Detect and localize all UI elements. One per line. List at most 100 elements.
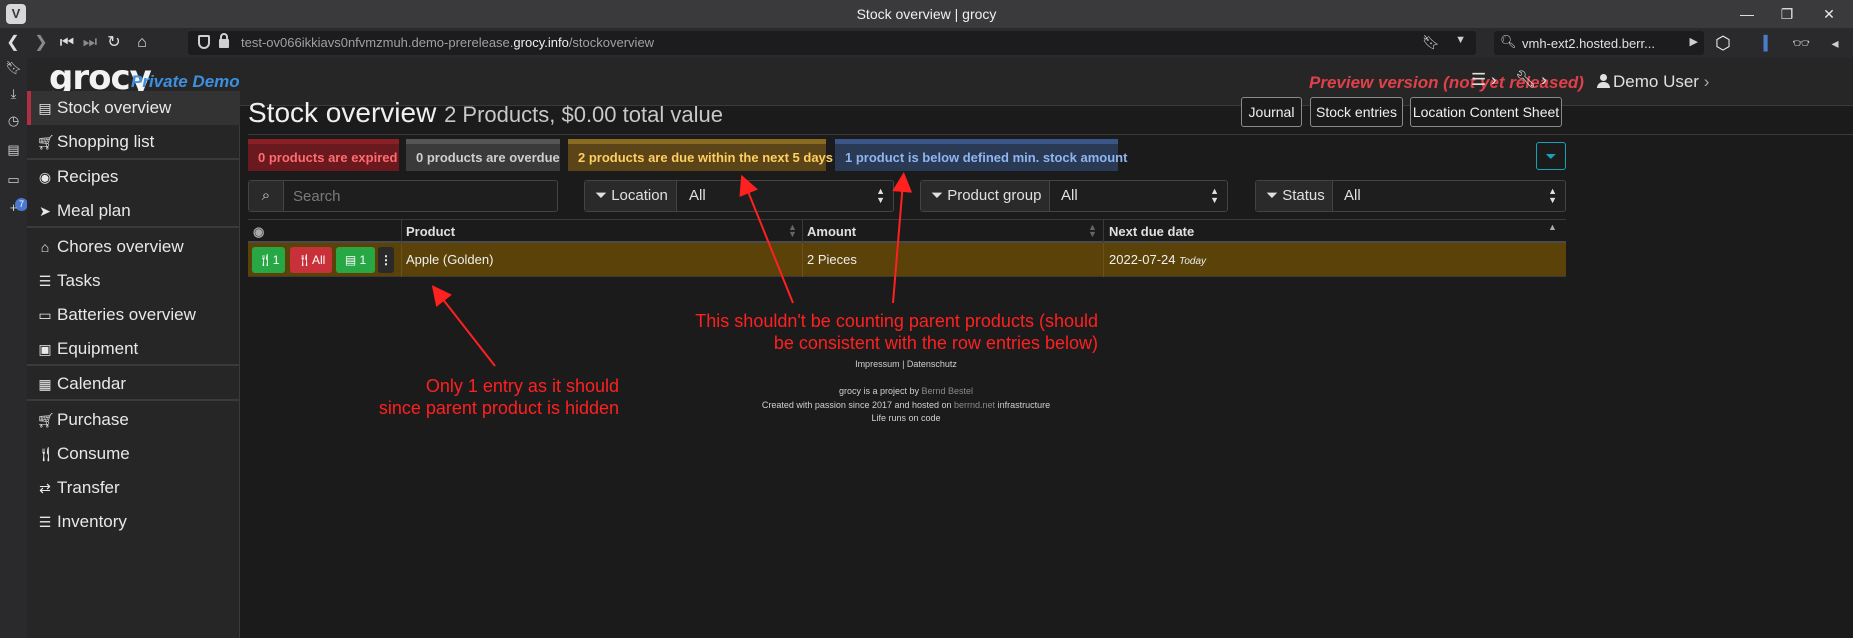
sidebar-item-recipes[interactable]: ◉ Recipes	[27, 160, 240, 194]
home-icon[interactable]: ⌂	[131, 33, 153, 53]
box-icon: ▤	[38, 100, 52, 116]
lock-icon[interactable]	[219, 33, 229, 48]
location-filter[interactable]: ⏷ Location All ▲ ▼	[584, 180, 894, 212]
sidebar-item-stock-overview[interactable]: ▤ Stock overview	[27, 91, 240, 125]
product-amount: 2 Pieces	[807, 252, 857, 267]
panel-extension-icon[interactable]: ▍	[1758, 32, 1780, 54]
chevron-right-icon[interactable]: ▶	[1690, 35, 1698, 48]
user-menu[interactable]: Demo User ›	[1597, 72, 1709, 92]
overdue-status-badge[interactable]: 0 products are overdue	[406, 139, 560, 171]
sidebar-item-label: Meal plan	[57, 201, 131, 220]
status-filter[interactable]: ⏷ Status All ▲ ▼	[1255, 180, 1566, 212]
toggle-filter-button[interactable]: ⏷	[1536, 142, 1566, 170]
eye-icon[interactable]: ◉	[253, 224, 264, 240]
play-back-icon[interactable]: ◂	[1824, 32, 1846, 54]
chevron-down-icon[interactable]: ▼	[1455, 34, 1466, 46]
footer-hosting: Created with passion since 2017 and host…	[700, 400, 1112, 410]
footer-credit: grocy is a project by Bernd Bestel	[700, 386, 1112, 396]
sidebar-item-meal-plan[interactable]: ➤ Meal plan	[27, 194, 240, 228]
sidebar-item-tasks[interactable]: ☰ Tasks	[27, 264, 240, 298]
consume-one-button[interactable]: 🍴︎1	[252, 247, 285, 273]
list-icon: ☰	[38, 514, 52, 530]
author-link[interactable]: Bernd Bestel	[922, 386, 974, 396]
product-name[interactable]: Apple (Golden)	[406, 252, 493, 267]
footer-text: Created with passion since 2017 and host…	[761, 400, 955, 410]
downloads-panel-icon[interactable]: ⤓	[4, 84, 23, 104]
sidebar-item-batteries-overview[interactable]: ▭ Batteries overview	[27, 298, 240, 332]
cart-plus-icon: 🛒︎	[37, 412, 55, 428]
location-filter-label: ⏷ Location	[585, 181, 677, 211]
sidebar-item-calendar[interactable]: ▦ Calendar	[27, 367, 240, 401]
instance-subtitle: Private Demo	[131, 72, 240, 91]
bookmarks-panel-icon[interactable]: 🔖︎	[4, 58, 23, 78]
sidebar-item-inventory[interactable]: ☰ Inventory	[27, 505, 240, 539]
back-icon[interactable]: ❮	[2, 33, 24, 53]
fast-forward-icon[interactable]: ⏭	[79, 33, 101, 53]
filter-label-text: Location	[611, 187, 668, 204]
sidebar-item-equipment[interactable]: ▣ Equipment	[27, 332, 240, 366]
column-header-amount[interactable]: Amount	[807, 224, 856, 239]
url-field[interactable]: test-ov066ikkiavs0nfvmzmuh.demo-prerelea…	[188, 31, 1476, 55]
page-title: Stock overview 2 Products, $0.00 total v…	[248, 97, 723, 129]
expired-status-badge[interactable]: 0 products are expired	[248, 139, 399, 171]
stock-entries-button[interactable]: Stock entries	[1310, 97, 1403, 127]
sidebar-item-transfer[interactable]: ⇄ Transfer	[27, 471, 240, 505]
sort-asc-icon[interactable]: ▲	[1548, 223, 1557, 232]
sidebar-divider	[27, 399, 240, 401]
consume-all-button[interactable]: 🍴︎All	[290, 247, 332, 273]
column-header-next-due-date[interactable]: Next due date	[1109, 224, 1194, 239]
rss-icon: ◉	[38, 169, 52, 185]
footer-links[interactable]: Impressum | Datenschutz	[800, 359, 1012, 369]
browser-search-field[interactable]: 🔍︎ vmh-ext2.hosted.berr... ▶	[1494, 31, 1704, 55]
user-icon	[1597, 74, 1610, 88]
filter-icon: ⏷	[1266, 187, 1279, 204]
select-arrows-icon: ▲ ▼	[876, 186, 885, 205]
mail-panel-icon[interactable]: ▭	[4, 170, 23, 190]
sidebar-item-shopping-list[interactable]: 🛒︎ Shopping list	[27, 125, 240, 159]
search-placeholder: Search	[293, 188, 341, 205]
column-divider	[401, 243, 402, 277]
sort-icon[interactable]: ▲ ▼	[1088, 223, 1097, 239]
browser-titlebar: V Stock overview | grocy — ❐ ✕	[0, 0, 1853, 28]
open-one-label: 1	[359, 253, 367, 267]
cube-extension-icon[interactable]: ⬡	[1712, 32, 1734, 54]
glasses-icon[interactable]: 👓︎	[1790, 32, 1812, 54]
more-actions-button[interactable]: ⋮	[378, 247, 394, 273]
annotation-line: since parent product is hidden	[378, 398, 619, 418]
settings-sliders-icon[interactable]: ☰ ›	[1471, 70, 1497, 90]
sidebar-item-label: Inventory	[57, 512, 127, 531]
wrench-icon[interactable]: 🔧︎ ›	[1515, 70, 1547, 90]
minimize-icon[interactable]: —	[1730, 4, 1764, 24]
product-group-filter-label: ⏷ Product group	[921, 181, 1050, 211]
hosting-link[interactable]: berrnd.net	[954, 400, 995, 410]
journal-button[interactable]: Journal	[1241, 97, 1302, 127]
notes-panel-icon[interactable]: ▤	[4, 140, 23, 160]
forward-icon[interactable]: ❯	[30, 33, 52, 53]
shield-icon[interactable]	[198, 35, 210, 49]
column-header-product[interactable]: Product	[406, 224, 455, 239]
due-soon-status-badge[interactable]: 2 products are due within the next 5 day…	[568, 139, 833, 171]
below-min-stock-status-badge[interactable]: 1 product is below defined min. stock am…	[835, 139, 1127, 171]
page-title-text: Stock overview	[248, 97, 437, 128]
reload-icon[interactable]: ↻	[103, 33, 125, 53]
next-due-date: 2022-07-24 Today	[1109, 252, 1206, 267]
sort-icon[interactable]: ▲ ▼	[788, 223, 797, 239]
url-text: test-ov066ikkiavs0nfvmzmuh.demo-prerelea…	[241, 35, 655, 50]
location-filter-value: All	[689, 187, 706, 204]
close-icon[interactable]: ✕	[1812, 4, 1846, 24]
location-content-sheet-button[interactable]: Location Content Sheet	[1410, 97, 1562, 127]
open-one-button[interactable]: ▤ 1	[336, 247, 375, 273]
product-group-filter[interactable]: ⏷ Product group All ▲ ▼	[920, 180, 1228, 212]
sidebar-item-chores-overview[interactable]: ⌂ Chores overview	[27, 230, 240, 264]
sidebar-item-purchase[interactable]: 🛒︎ Purchase	[27, 403, 240, 437]
add-panel-icon[interactable]: +	[4, 198, 23, 218]
history-panel-icon[interactable]: ◷	[4, 111, 23, 131]
bookmark-icon[interactable]: 🔖︎	[1422, 34, 1440, 51]
sidebar-item-consume[interactable]: 🍴︎ Consume	[27, 437, 240, 471]
sidebar-item-label: Batteries overview	[57, 305, 196, 324]
select-arrows-icon: ▲ ▼	[1210, 186, 1219, 205]
search-input[interactable]: ⌕ Search	[248, 180, 558, 212]
restore-icon[interactable]: ❐	[1770, 4, 1804, 24]
search-engine-icon[interactable]: 🔍︎	[1500, 34, 1517, 50]
rewind-icon[interactable]: ⏮	[56, 33, 78, 53]
